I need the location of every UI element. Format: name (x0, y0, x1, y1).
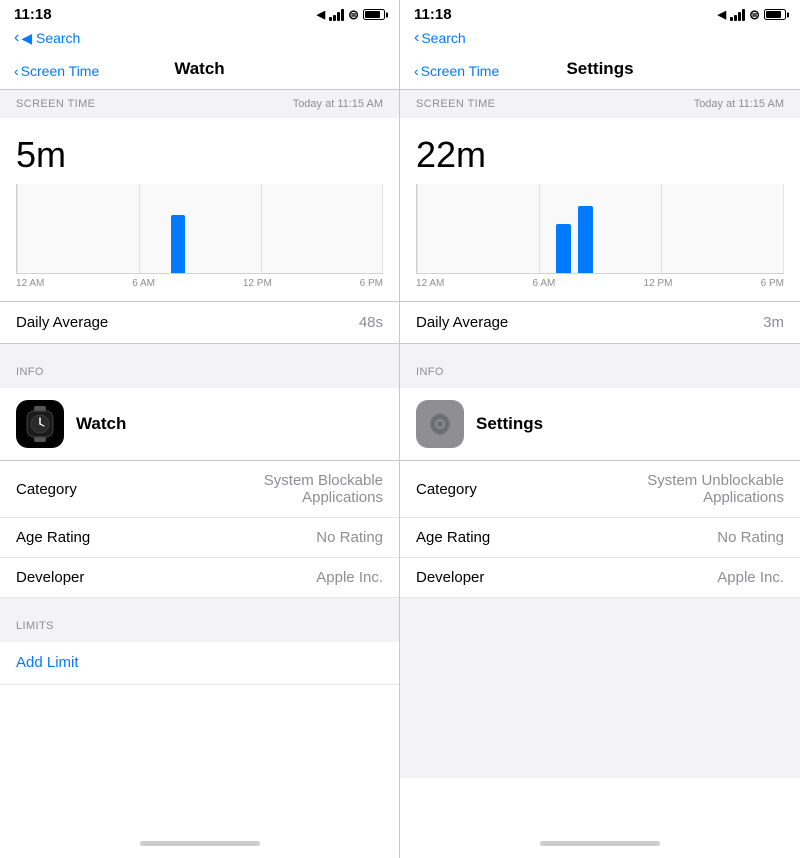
developer-row-right: Developer Apple Inc. (400, 558, 800, 598)
nav-bar-right: ‹ Screen Time Settings (400, 53, 800, 90)
developer-value-right: Apple Inc. (717, 569, 784, 586)
age-value-right: No Rating (717, 529, 784, 546)
info-label-left: INFO (16, 366, 44, 378)
settings-icon-svg (424, 408, 456, 440)
developer-label-right: Developer (416, 569, 484, 586)
nav-bar-left: ‹ Screen Time Watch (0, 53, 399, 90)
location-icon-right: ◀ (718, 8, 726, 21)
nav-back-chevron-right: ‹ (414, 63, 419, 79)
info-section-header-right: INFO (400, 344, 800, 388)
usage-time-right: 22m (416, 134, 784, 176)
battery-icon-right (764, 9, 786, 20)
back-nav-right[interactable]: ‹ Search (400, 27, 800, 53)
watch-app-name: Watch (76, 414, 126, 434)
screen-time-value-right: Today at 11:15 AM (694, 98, 784, 110)
info-label-right: INFO (416, 366, 444, 378)
screen-time-label-left: SCREEN TIME (16, 98, 95, 110)
wifi-icon-right: ⊜ (749, 7, 760, 23)
status-time-right: 11:18 (414, 6, 452, 23)
back-label-right: Search (421, 30, 465, 46)
settings-app-icon (416, 400, 464, 448)
screen-time-value-left: Today at 11:15 AM (293, 98, 383, 110)
daily-avg-value-right: 3m (763, 314, 784, 331)
limits-label-left: LIMITS (16, 620, 54, 632)
chart-bar-right-2 (578, 206, 593, 273)
back-chevron-left: ‹ (14, 29, 19, 47)
daily-avg-label-left: Daily Average (16, 314, 108, 331)
category-value-left: System Blockable Applications (183, 472, 383, 506)
empty-space-right (400, 598, 800, 778)
watch-icon-svg (25, 406, 55, 442)
daily-avg-row-left: Daily Average 48s (0, 302, 399, 344)
status-icons-right: ◀ ⊜ (718, 7, 786, 23)
main-content-left: 5m 12 AM 6 AM 12 PM 6 PM Daily (0, 118, 399, 833)
daily-avg-row-right: Daily Average 3m (400, 302, 800, 344)
age-row-left: Age Rating No Rating (0, 518, 399, 558)
empty-space-left (0, 685, 399, 765)
screen-time-back-left[interactable]: ‹ Screen Time (14, 63, 99, 79)
status-bar-right: 11:18 ◀ ⊜ (400, 0, 800, 27)
screen-time-row-right: SCREEN TIME Today at 11:15 AM (400, 90, 800, 118)
left-phone-panel: 11:18 ◀ ⊜ ‹ ◀ Search ‹ Screen Ti (0, 0, 400, 858)
category-row-left: Category System Blockable Applications (0, 461, 399, 518)
add-limit-row[interactable]: Add Limit (0, 642, 399, 685)
settings-app-name: Settings (476, 414, 543, 434)
developer-label-left: Developer (16, 569, 84, 586)
nav-title-right: Settings (566, 59, 633, 78)
usage-time-left: 5m (16, 134, 383, 176)
back-nav-left[interactable]: ‹ ◀ Search (0, 27, 399, 53)
back-label-left: ◀ Search (21, 30, 80, 47)
daily-avg-label-right: Daily Average (416, 314, 508, 331)
status-icons-left: ◀ ⊜ (317, 7, 385, 23)
age-label-left: Age Rating (16, 529, 90, 546)
watch-app-icon (16, 400, 64, 448)
nav-back-chevron-left: ‹ (14, 63, 19, 79)
main-content-right: 22m 12 AM 6 AM 12 PM 6 PM (400, 118, 800, 833)
nav-back-text-right: Screen Time (421, 63, 500, 79)
developer-value-left: Apple Inc. (316, 569, 383, 586)
chart-bar-right-1 (556, 224, 571, 273)
chart-area-right (416, 184, 784, 274)
right-phone-panel: 11:18 ◀ ⊜ ‹ Search ‹ Screen Time Setting… (400, 0, 800, 858)
screen-time-label-right: SCREEN TIME (416, 98, 495, 110)
category-label-right: Category (416, 481, 477, 498)
signal-bars-left (329, 9, 344, 21)
home-indicator-left (0, 833, 399, 858)
location-icon-left: ◀ (317, 8, 325, 21)
back-chevron-right: ‹ (414, 29, 419, 47)
category-row-right: Category System Unblockable Applications (400, 461, 800, 518)
screen-time-back-right[interactable]: ‹ Screen Time (414, 63, 499, 79)
screen-time-row-left: SCREEN TIME Today at 11:15 AM (0, 90, 399, 118)
daily-avg-value-left: 48s (359, 314, 383, 331)
usage-section-left: 5m 12 AM 6 AM 12 PM 6 PM (0, 118, 399, 302)
wifi-icon-left: ⊜ (348, 7, 359, 23)
nav-title-left: Watch (174, 59, 224, 78)
nav-back-text-left: Screen Time (21, 63, 100, 79)
category-label-left: Category (16, 481, 77, 498)
limits-section-left: LIMITS (0, 598, 399, 642)
category-value-right: System Unblockable Applications (584, 472, 784, 506)
app-info-row-left: Watch (0, 388, 399, 461)
info-section-header-left: INFO (0, 344, 399, 388)
home-indicator-right (400, 833, 800, 858)
status-time-left: 11:18 (14, 6, 52, 23)
chart-bar-left (171, 215, 186, 273)
chart-labels-left: 12 AM 6 AM 12 PM 6 PM (16, 278, 383, 289)
chart-area-left (16, 184, 383, 274)
age-label-right: Age Rating (416, 529, 490, 546)
status-bar-left: 11:18 ◀ ⊜ (0, 0, 399, 27)
developer-row-left: Developer Apple Inc. (0, 558, 399, 598)
age-value-left: No Rating (316, 529, 383, 546)
battery-icon-left (363, 9, 385, 20)
app-info-row-right: Settings (400, 388, 800, 461)
age-row-right: Age Rating No Rating (400, 518, 800, 558)
usage-section-right: 22m 12 AM 6 AM 12 PM 6 PM (400, 118, 800, 302)
add-limit-text: Add Limit (16, 654, 79, 671)
signal-bars-right (730, 9, 745, 21)
chart-labels-right: 12 AM 6 AM 12 PM 6 PM (416, 278, 784, 289)
